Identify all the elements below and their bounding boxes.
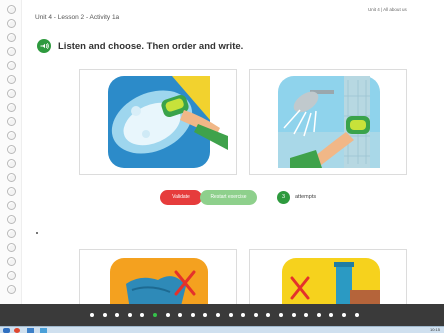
answer-card-shower[interactable] [249,69,407,175]
binding-ring [7,47,16,56]
binding-ring [7,103,16,112]
attempts-counter: 3 [277,191,290,204]
pagination-dot[interactable] [216,313,220,317]
binding-ring [7,159,16,168]
binding-ring [7,75,16,84]
binding-ring [7,285,16,294]
pagination-dot-active[interactable] [153,313,157,317]
pagination-dot[interactable] [241,313,246,317]
pagination-dot[interactable] [115,313,120,317]
pagination-dot[interactable] [203,313,208,317]
pagination-dot[interactable] [329,313,334,317]
start-icon[interactable] [3,328,10,333]
instruction-text: Listen and choose. Then order and write. [58,41,244,52]
pagination-dot[interactable] [178,313,183,317]
slide-pagination [0,304,444,326]
breadcrumb: Unit 4 - Lesson 2 - Activity 1a [35,14,120,21]
answer-card-messy-clothes[interactable] [79,249,237,310]
explorer-icon[interactable] [27,328,34,333]
pagination-dot[interactable] [354,313,359,317]
binding-ring [7,117,16,126]
pagination-dot[interactable] [190,313,195,317]
windows-taskbar: 10:15 [0,326,444,333]
binding-ring [7,5,16,14]
validate-button[interactable]: Validate [160,190,202,205]
pagination-dot[interactable] [228,313,233,317]
washing-hands-image [108,76,228,168]
binding-ring [7,89,16,98]
pagination-dot[interactable] [165,313,170,317]
pagination-dot[interactable] [140,313,145,317]
pagination-dot[interactable] [316,313,321,317]
pagination-dot[interactable] [127,313,132,317]
pagination-dot[interactable] [102,313,107,317]
attempts-label: attempts [295,194,317,200]
binding-ring [7,201,16,210]
exercise-page: Unit 4 - Lesson 2 - Activity 1a Unit 4 |… [0,0,444,333]
answer-card-towel[interactable] [249,249,407,310]
binding-ring [7,215,16,224]
binding-ring [7,173,16,182]
spiral-binding [0,0,22,305]
taskbar-clock: 10:15 [429,327,440,332]
pagination-dot[interactable] [304,313,309,317]
binding-ring [7,145,16,154]
pagination-dot[interactable] [90,313,94,317]
binding-ring [7,61,16,70]
binding-ring [7,19,16,28]
binding-ring [7,33,16,42]
binding-ring [7,229,16,238]
pagination-dot[interactable] [253,313,258,317]
binding-ring [7,187,16,196]
binding-ring [7,243,16,252]
browser-icon[interactable] [14,328,20,333]
restart-exercise-button[interactable]: Restart exercise [200,190,257,205]
pagination-dot[interactable] [279,313,283,317]
binding-ring [7,257,16,266]
pagination-dot[interactable] [291,313,296,317]
answer-card-washing-hands[interactable] [79,69,237,175]
towel-image [282,258,380,310]
bullet-dot [36,232,38,234]
unit-link[interactable]: Unit 4 | All about us [368,7,407,12]
app-icon[interactable] [40,328,47,333]
pagination-dot[interactable] [266,313,271,317]
messy-clothes-image [110,258,208,310]
pagination-dot[interactable] [342,313,346,317]
binding-ring [7,131,16,140]
shower-image [278,76,380,168]
audio-play-icon[interactable] [37,39,51,53]
binding-ring [7,271,16,280]
